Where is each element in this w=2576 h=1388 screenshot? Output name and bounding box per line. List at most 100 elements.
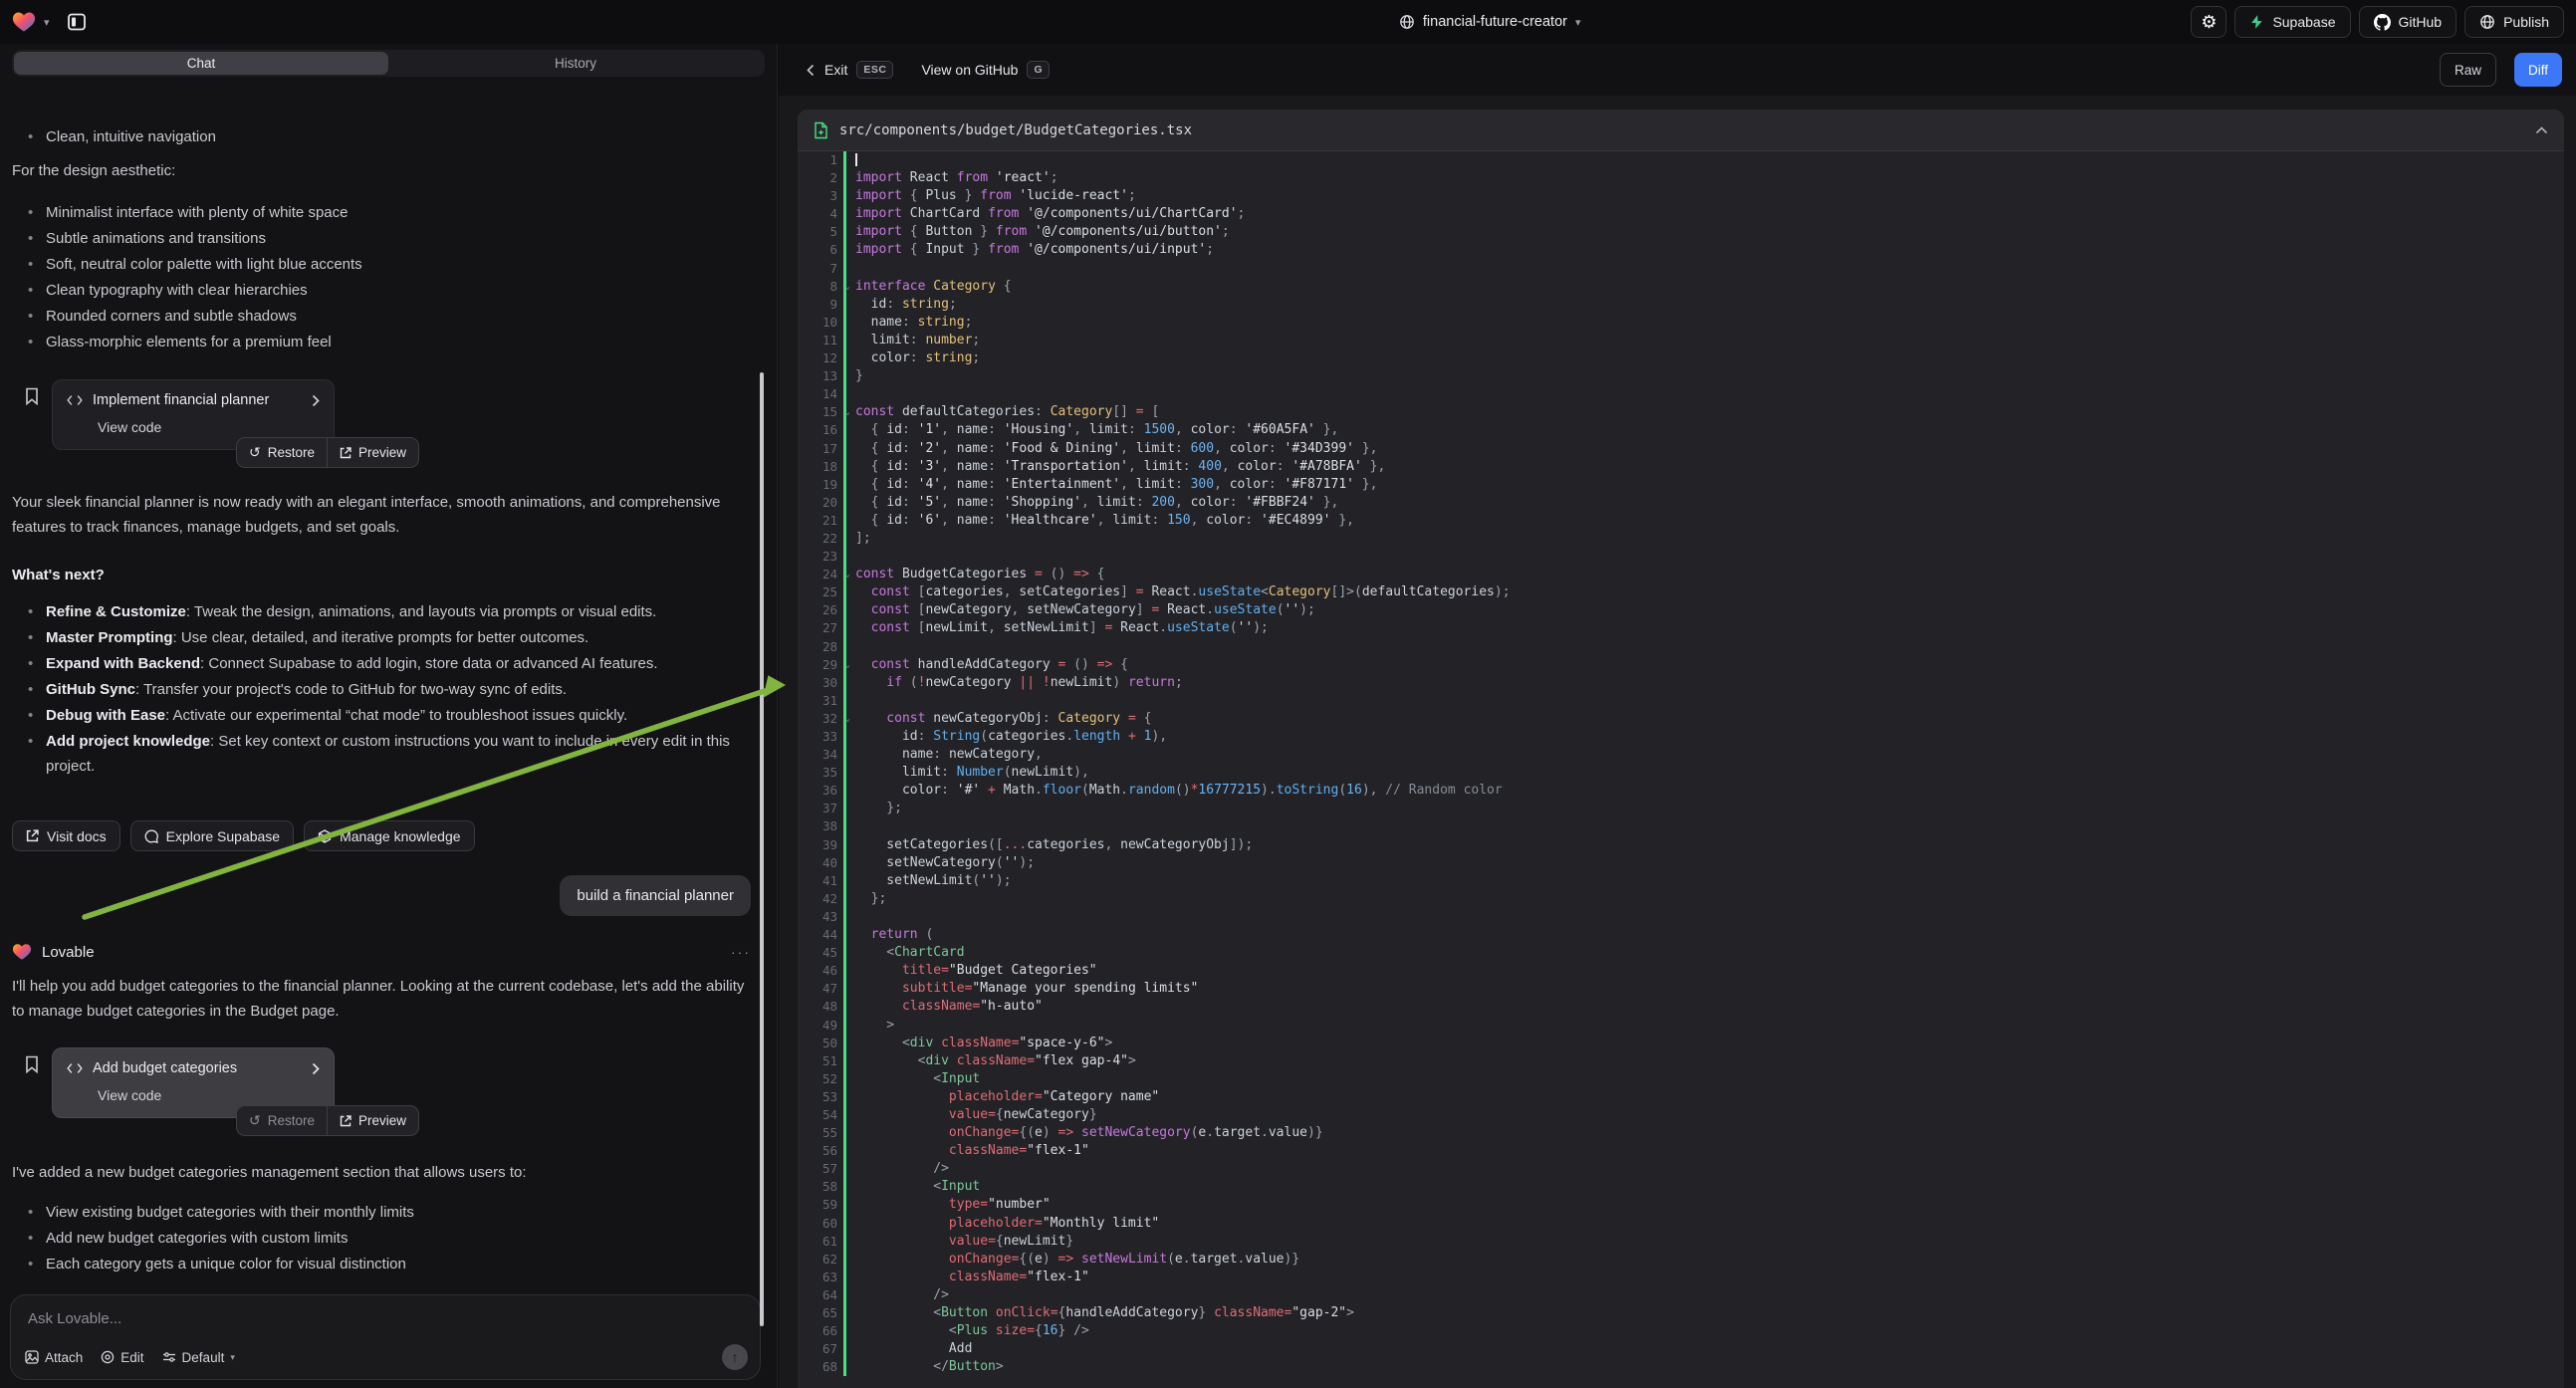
- list-item: Master Prompting: Use clear, detailed, a…: [12, 625, 751, 650]
- version-card-title: Add budget categories: [93, 1060, 302, 1076]
- chat-input-placeholder: Ask Lovable...: [28, 1310, 121, 1327]
- code-line: 4import ChartCard from '@/components/ui/…: [798, 205, 2564, 223]
- supabase-button[interactable]: Supabase: [2234, 6, 2350, 38]
- code-line: 8⌄interface Category {: [798, 278, 2564, 296]
- code-line: 15⌄const defaultCategories: Category[] =…: [798, 403, 2564, 421]
- code-line: 49 >: [798, 1017, 2564, 1035]
- chat-transcript: Clean, intuitive navigation For the desi…: [0, 120, 777, 1290]
- github-button[interactable]: GitHub: [2359, 6, 2458, 38]
- lovable-logo-icon[interactable]: [12, 11, 36, 33]
- chevron-down-icon: ▾: [230, 1352, 235, 1363]
- design-aesthetic-heading: For the design aesthetic:: [12, 158, 751, 183]
- model-select[interactable]: Default ▾: [162, 1350, 235, 1365]
- view-code-link[interactable]: View code: [98, 1087, 320, 1103]
- tab-chat[interactable]: Chat: [14, 52, 388, 75]
- view-on-github-button[interactable]: View on GitHub G: [921, 61, 1050, 79]
- exit-button[interactable]: Exit ESC: [824, 61, 893, 79]
- code-line: 60 placeholder="Monthly limit": [798, 1215, 2564, 1233]
- send-button[interactable]: ↑: [722, 1344, 748, 1370]
- chat-scrollbar-thumb[interactable]: [760, 372, 764, 1326]
- list-item: View existing budget categories with the…: [12, 1205, 751, 1220]
- edit-button[interactable]: Edit: [101, 1350, 143, 1365]
- code-line: 53 placeholder="Category name": [798, 1088, 2564, 1106]
- project-name[interactable]: financial-future-creator: [1423, 14, 1567, 30]
- code-line: 67 Add: [798, 1340, 2564, 1358]
- code-line: 32⌄ const newCategoryObj: Category = {: [798, 710, 2564, 728]
- file-header[interactable]: src/components/budget/BudgetCategories.t…: [798, 110, 2564, 151]
- attach-button[interactable]: Attach: [25, 1350, 83, 1365]
- ready-paragraph: Your sleek financial planner is now read…: [12, 490, 751, 540]
- preview-button[interactable]: Preview: [327, 437, 419, 468]
- code-line: 35 limit: Number(newLimit),: [798, 764, 2564, 782]
- view-code-link[interactable]: View code: [98, 419, 320, 435]
- code-line: 33 id: String(categories.length + 1),: [798, 728, 2564, 746]
- project-chevron-down-icon[interactable]: ▾: [1575, 16, 1581, 29]
- chevron-right-icon[interactable]: [312, 394, 320, 407]
- code-icon: [67, 1062, 83, 1074]
- collapse-chevron-up-icon[interactable]: [2535, 126, 2548, 134]
- logo-chevron-down-icon[interactable]: ▾: [44, 16, 50, 29]
- list-item: Soft, neutral color palette with light b…: [12, 257, 751, 272]
- restore-button[interactable]: ↺ Restore: [236, 1105, 327, 1136]
- chat-panel: Chat History Clean, intuitive navigation…: [0, 44, 778, 1388]
- added-file-icon: [814, 121, 828, 139]
- assistant-message-header: Lovable ···: [12, 943, 751, 961]
- bookmark-icon[interactable]: [12, 1047, 52, 1136]
- package-icon: [318, 829, 332, 843]
- code-line: 34 name: newCategory,: [798, 746, 2564, 764]
- code-line: 2import React from 'react';: [798, 169, 2564, 187]
- list-item: Minimalist interface with plenty of whit…: [12, 205, 751, 220]
- code-line: 46 title="Budget Categories": [798, 962, 2564, 980]
- esc-keycap: ESC: [856, 61, 893, 79]
- code-line: 51 <div className="flex gap-4">: [798, 1052, 2564, 1070]
- sidebar-toggle-icon[interactable]: [66, 11, 88, 33]
- code-line: 47 subtitle="Manage your spending limits…: [798, 980, 2564, 998]
- code-line: 58 <Input: [798, 1178, 2564, 1196]
- settings-button[interactable]: ⚙: [2191, 6, 2226, 38]
- gear-icon: ⚙: [2201, 12, 2217, 33]
- restore-icon: ↺: [249, 444, 261, 461]
- chevron-left-icon[interactable]: [807, 64, 815, 77]
- code-line: 28: [798, 638, 2564, 656]
- code-line: 41 setNewLimit('');: [798, 872, 2564, 890]
- code-line: 1: [798, 151, 2564, 169]
- publish-label: Publish: [2503, 14, 2549, 30]
- top-bar: ▾ financial-future-creator ▾ ⚙: [0, 0, 2576, 44]
- preview-button[interactable]: Preview: [327, 1105, 419, 1136]
- restore-button[interactable]: ↺ Restore: [236, 437, 327, 468]
- list-item: Debug with Ease: Activate our experiment…: [12, 703, 751, 728]
- message-menu-button[interactable]: ···: [731, 944, 751, 960]
- bookmark-icon[interactable]: [12, 379, 52, 468]
- code-line: 57 />: [798, 1160, 2564, 1178]
- code-diff-panel: Exit ESC View on GitHub G Raw Diff src/c…: [779, 44, 2576, 1388]
- chat-input-box[interactable]: Ask Lovable... Attach Edit: [10, 1294, 761, 1380]
- code-line: 6import { Input } from '@/components/ui/…: [798, 241, 2564, 259]
- user-message-bubble: build a financial planner: [560, 875, 751, 916]
- chat-history-tabs: Chat History: [12, 50, 765, 77]
- file-path: src/components/budget/BudgetCategories.t…: [839, 122, 2524, 138]
- diff-toggle-button[interactable]: Diff: [2514, 53, 2562, 87]
- code-line: 22];: [798, 530, 2564, 548]
- added-paragraph: I've added a new budget categories manag…: [12, 1160, 751, 1185]
- code-editor-content: 12import React from 'react';3import { Pl…: [798, 151, 2564, 1388]
- manage-knowledge-button[interactable]: Manage knowledge: [304, 820, 474, 851]
- code-line: 13}: [798, 367, 2564, 385]
- code-line: 61 value={newLimit}: [798, 1233, 2564, 1251]
- explore-supabase-button[interactable]: Explore Supabase: [130, 820, 294, 851]
- code-line: 7: [798, 260, 2564, 278]
- code-line: 5import { Button } from '@/components/ui…: [798, 223, 2564, 241]
- chevron-right-icon[interactable]: [312, 1062, 320, 1075]
- github-label: GitHub: [2399, 14, 2443, 30]
- raw-toggle-button[interactable]: Raw: [2440, 53, 2496, 87]
- code-line: 48 className="h-auto": [798, 998, 2564, 1016]
- help-paragraph: I'll help you add budget categories to t…: [12, 974, 751, 1024]
- code-line: 25 const [categories, setCategories] = R…: [798, 583, 2564, 601]
- code-line: 14: [798, 385, 2564, 403]
- code-line: 56 className="flex-1": [798, 1142, 2564, 1160]
- code-line: 38: [798, 817, 2564, 835]
- publish-button[interactable]: Publish: [2464, 6, 2564, 38]
- visit-docs-button[interactable]: Visit docs: [12, 820, 120, 851]
- tab-history[interactable]: History: [388, 52, 763, 75]
- added-bullet-list: View existing budget categories with the…: [12, 1205, 751, 1272]
- code-line: 44 return (: [798, 926, 2564, 944]
